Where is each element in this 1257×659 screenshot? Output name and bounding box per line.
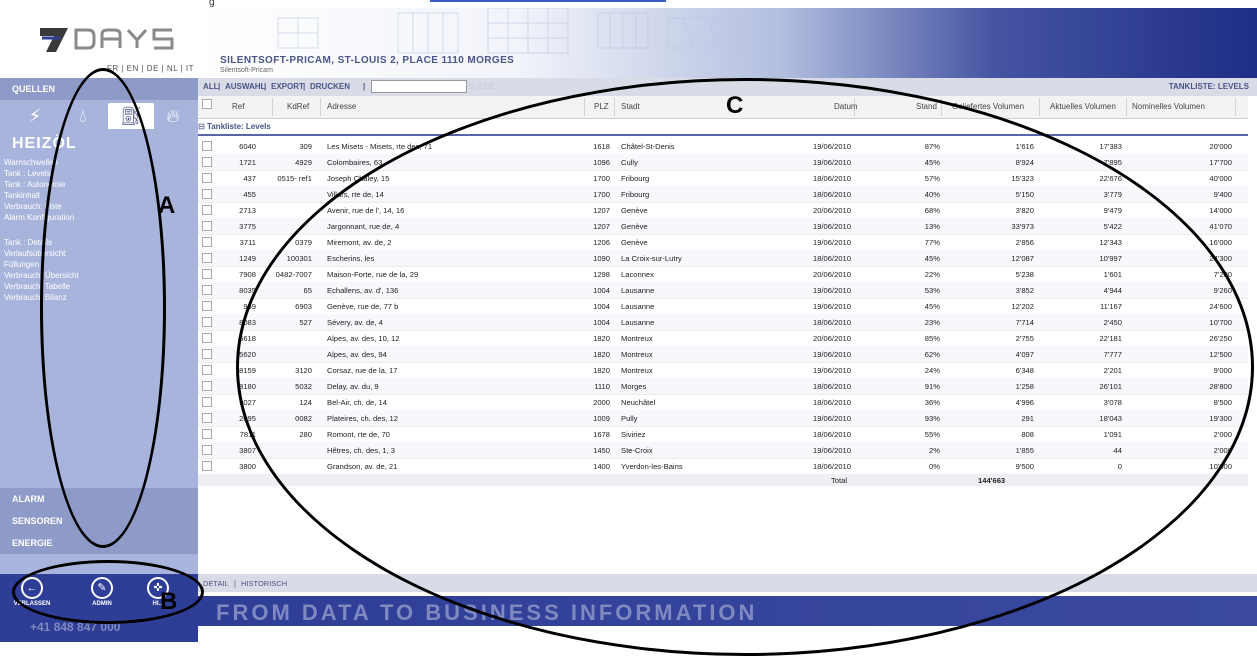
cell-ref: 1721	[239, 158, 256, 167]
annotation-label-b: B	[160, 588, 178, 615]
sidebar-item-fuellungen[interactable]: Füllungen	[4, 260, 39, 269]
annotation-ellipse-a	[40, 68, 166, 548]
sidebar-item-warnschwellen[interactable]: Warnschwellen	[4, 158, 58, 167]
tab-separator: |	[234, 579, 236, 588]
header-ref[interactable]: Ref	[232, 102, 244, 111]
header-kdref[interactable]: KdRef	[287, 102, 309, 111]
header-adresse[interactable]: Adresse	[327, 102, 356, 111]
sidebar-item-tankinhalt[interactable]: Tankinhalt	[4, 191, 40, 200]
cell-ref: 437	[243, 174, 256, 183]
cell-nominell: 14'000	[1209, 206, 1232, 215]
cell-kdref: 309	[299, 142, 312, 151]
select-all-checkbox[interactable]	[202, 99, 212, 109]
column-divider	[1235, 98, 1236, 116]
export-link[interactable]: EXPORT	[271, 82, 304, 91]
location-subtitle: Silentsoft-Pricam	[220, 67, 273, 74]
top-link-underline	[430, 0, 666, 2]
tab-historisch[interactable]: HISTORISCH	[241, 579, 287, 588]
sidebar-item-tank-levels[interactable]: Tank : Levels	[4, 169, 51, 178]
annotation-label-c: C	[726, 92, 744, 119]
column-divider	[272, 98, 273, 116]
cell-ref: 455	[243, 190, 256, 199]
cell-nominell: 40'000	[1209, 174, 1232, 183]
cell-ref: 3807	[239, 446, 256, 455]
toolbar-separator: |	[264, 82, 267, 91]
cell-ref: 1249	[239, 254, 256, 263]
toolbar-separator: |	[363, 82, 366, 91]
annotation-ellipse-c	[236, 78, 1254, 656]
search-input[interactable]	[371, 80, 467, 93]
column-divider	[1126, 98, 1127, 116]
cell-ref: 6040	[239, 142, 256, 151]
header-nominell[interactable]: Nominelles Volumen	[1132, 102, 1205, 111]
cell-nominell: 20'000	[1209, 142, 1232, 151]
flame-icon[interactable]: 🔥︎	[150, 103, 196, 129]
banner-artwork	[277, 8, 769, 54]
annotation-label-a: A	[158, 192, 176, 219]
auswahl-link[interactable]: AUSWAHL	[225, 82, 265, 91]
tab-detail[interactable]: DETAIL	[203, 579, 229, 588]
cell-ref: 2713	[239, 206, 256, 215]
search-button[interactable]: SUCHE	[468, 82, 496, 91]
cell-ref: 3800	[239, 462, 256, 471]
cell-kdref: 4929	[295, 158, 312, 167]
header-banner: SILENTSOFT-PRICAM, ST-LOUIS 2, PLACE 111…	[198, 8, 1257, 78]
toolbar-separator: |	[218, 82, 221, 91]
drucken-link[interactable]: DRUCKEN	[310, 82, 350, 91]
logo-area: FR | EN | DE | NL | IT	[0, 0, 198, 78]
cell-kdref: 0515- ref1	[277, 174, 312, 183]
toolbar-separator: |	[303, 82, 306, 91]
cell-ref: 8035	[239, 286, 256, 295]
cell-ref: 3711	[239, 238, 256, 247]
cell-nominell: 17'700	[1209, 158, 1232, 167]
location-title: SILENTSOFT-PRICAM, ST-LOUIS 2, PLACE 111…	[220, 55, 515, 66]
group-label: ⊟ Tankliste: Levels	[198, 122, 271, 131]
top-strip	[198, 0, 1257, 8]
view-title: TANKLISTE: LEVELS	[1168, 82, 1249, 91]
language-switcher[interactable]: FR | EN | DE | NL | IT	[60, 64, 194, 73]
cell-ref: 7908	[239, 270, 256, 279]
column-divider	[1039, 98, 1040, 116]
cell-ref: 3775	[239, 222, 256, 231]
all-link[interactable]: ALL	[203, 82, 219, 91]
seven-days-logo[interactable]	[38, 24, 188, 54]
bolt-icon[interactable]: ⚡	[12, 103, 58, 129]
cell-adresse: Colombaires, 63	[327, 158, 383, 167]
top-text-fragment: g	[209, 0, 215, 8]
group-title: Tankliste: Levels	[206, 122, 271, 131]
header-aktuell[interactable]: Aktuelles Volumen	[1050, 102, 1116, 111]
cell-nominell: 9'400	[1213, 190, 1232, 199]
column-divider	[320, 98, 321, 116]
